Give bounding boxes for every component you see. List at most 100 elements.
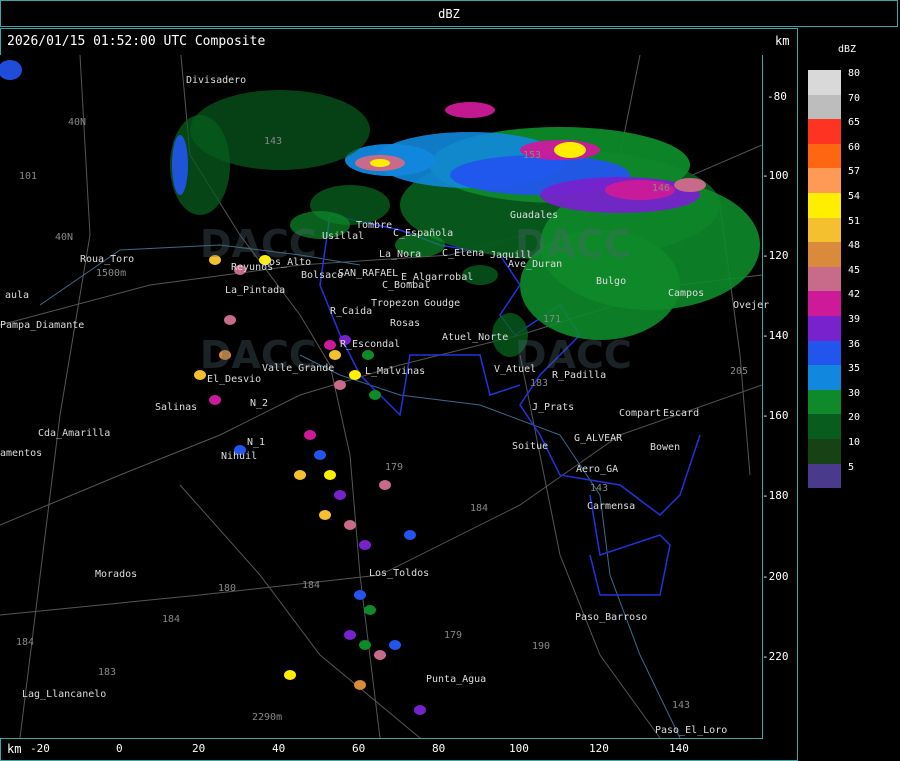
place-label: R_Escondal	[340, 339, 401, 350]
echo-cell	[224, 315, 236, 325]
echo-cell	[379, 480, 391, 490]
x-tick: 140	[669, 742, 689, 755]
echo-cell	[374, 650, 386, 660]
place-label: N_1	[247, 437, 266, 448]
legend-label: 70	[848, 92, 861, 104]
legend-swatch	[808, 119, 841, 144]
place-label: Bolsaco	[301, 270, 344, 281]
echo-cell	[359, 640, 371, 650]
echo-cell	[209, 395, 221, 405]
legend-swatch	[808, 94, 841, 120]
place-label: Ave_Duran	[508, 259, 563, 270]
x-tick: 80	[432, 742, 446, 755]
legend-swatch	[808, 463, 841, 489]
place-label: amentos	[0, 448, 43, 459]
place-label: L_Malvinas	[365, 366, 426, 377]
echo-cell	[445, 102, 495, 118]
place-label: Roua_Toro	[80, 254, 135, 265]
legend-swatch	[808, 438, 841, 464]
place-label: Escard	[663, 408, 700, 419]
place-label: Campos	[668, 288, 705, 299]
echo-cell	[172, 135, 188, 195]
km-unit-bottom: km	[7, 742, 22, 756]
legend-label: 5	[848, 461, 855, 473]
place-label: Rosas	[390, 318, 421, 329]
place-label: Morados	[95, 569, 138, 580]
echo-cell	[319, 510, 331, 520]
legend-label: 60	[848, 141, 861, 153]
place-label: Divisadero	[186, 75, 247, 86]
place-label: R_Padilla	[552, 370, 607, 381]
route-label: 183	[98, 667, 117, 678]
radar-map[interactable]	[0, 55, 763, 739]
place-label: Los_Alto	[263, 257, 312, 268]
route-label: 179	[385, 462, 404, 473]
echo-cell	[369, 390, 381, 400]
place-label: N_2	[250, 398, 269, 409]
echo-cell	[370, 159, 390, 167]
place-label: Valle_Grande	[262, 363, 335, 374]
road	[179, 484, 421, 738]
route-label: 146	[652, 183, 671, 194]
color-legend	[808, 70, 841, 489]
km-unit-top: km	[775, 34, 790, 48]
echo-cell	[324, 340, 336, 350]
place-label: El_Desvio	[207, 374, 262, 385]
echo-cell	[344, 630, 356, 640]
route-label: 1500m	[96, 268, 127, 279]
place-label: SAN_RAFAEL	[338, 268, 399, 279]
place-label: Los_Toldos	[369, 568, 430, 579]
route-label: 179	[444, 630, 463, 641]
route-label: 184	[302, 580, 321, 591]
route-label: 183	[530, 378, 549, 389]
echo-cell	[324, 470, 336, 480]
legend-label: 30	[848, 387, 861, 399]
legend-label: 20	[848, 412, 861, 424]
legend-swatch	[808, 340, 841, 366]
legend-label: 36	[848, 338, 861, 350]
road	[0, 384, 762, 616]
route-label: 40N	[68, 117, 87, 128]
echo-cell	[554, 142, 586, 158]
echo-cell	[349, 370, 361, 380]
legend-swatch	[808, 143, 841, 169]
route-label: 205	[730, 366, 749, 377]
place-label: V_Atuel	[494, 364, 537, 375]
place-label: Tropezon	[371, 298, 420, 309]
place-label: Tombre	[356, 220, 393, 231]
echo-cell	[314, 450, 326, 460]
place-label: Soitue	[512, 441, 549, 452]
echo-cell	[404, 530, 416, 540]
route-label: 143	[672, 700, 691, 711]
x-tick: 40	[272, 742, 286, 755]
x-tick: 0	[116, 742, 123, 755]
place-label: aula	[5, 290, 30, 301]
route-label: 190	[532, 641, 551, 652]
place-label: La_Pintada	[225, 285, 286, 296]
place-label: Lag_Llancanelo	[22, 689, 107, 700]
place-label: Ovejer	[733, 300, 770, 311]
x-tick: 20	[192, 742, 206, 755]
place-label: Goudge	[424, 298, 461, 309]
route-label: 184	[16, 637, 35, 648]
echo-cell	[334, 380, 346, 390]
y-tick: -120	[762, 249, 789, 262]
place-label: Paso_El_Loro	[655, 725, 728, 736]
legend-label: 65	[848, 117, 861, 129]
place-label: Aero_GA	[576, 464, 619, 475]
place-label: C_Elena	[442, 248, 485, 259]
legend-label: 45	[848, 264, 861, 276]
echo-cell	[364, 605, 376, 615]
place-label: G_ALVEAR	[574, 433, 623, 444]
place-label: J_Prats	[532, 402, 575, 413]
echo-cell	[329, 350, 341, 360]
place-label: E_Algarrobal	[401, 272, 474, 283]
legend-label: 80	[848, 68, 861, 79]
x-tick: 120	[589, 742, 609, 755]
top-bar: dBZ	[0, 0, 898, 27]
echo-cell	[354, 590, 366, 600]
y-tick: -100	[762, 169, 789, 182]
legend-swatch	[808, 242, 841, 267]
route-label: 143	[590, 483, 609, 494]
echo-cell	[389, 640, 401, 650]
